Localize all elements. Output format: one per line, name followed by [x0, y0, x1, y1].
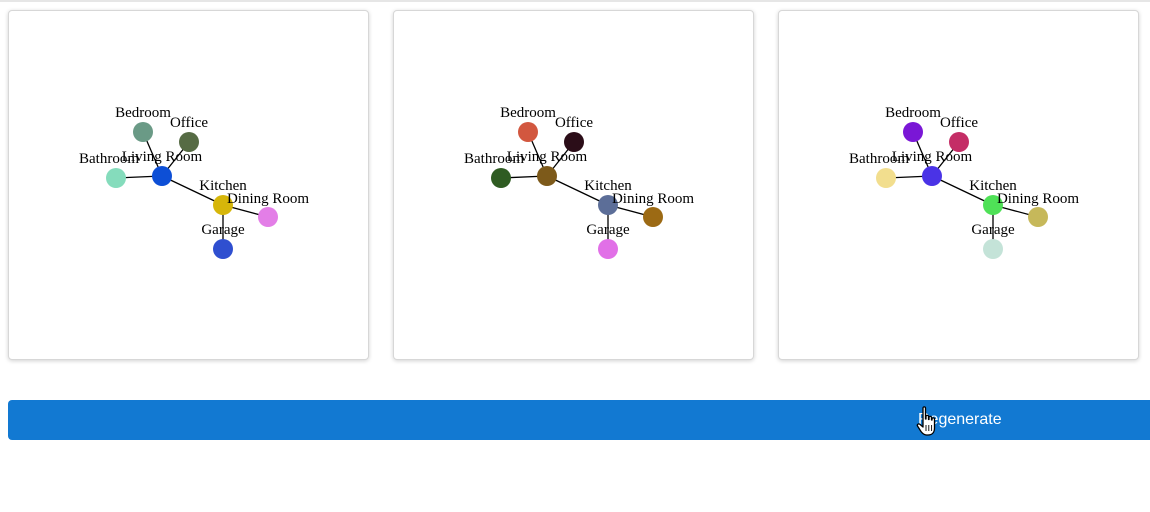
node-bathroom	[876, 168, 896, 188]
label-dining-room: Dining Room	[612, 191, 694, 207]
node-living-room	[152, 166, 172, 186]
node-living-room	[537, 166, 557, 186]
node-bathroom	[491, 168, 511, 188]
node-bedroom	[518, 122, 538, 142]
label-office: Office	[555, 115, 593, 131]
label-dining-room: Dining Room	[997, 191, 1079, 207]
node-living-room	[922, 166, 942, 186]
regenerate-button-label: Regenerate	[918, 411, 1002, 428]
label-garage: Garage	[586, 222, 630, 238]
label-office: Office	[940, 115, 978, 131]
node-garage	[983, 239, 1003, 259]
node-dining-room	[1028, 207, 1048, 227]
label-garage: Garage	[971, 222, 1015, 238]
diagram-card-1: Bedroom Office Bathroom Living Room Kitchen D…	[8, 10, 369, 360]
label-bedroom: Bedroom	[885, 105, 941, 121]
room-graph: BedroomOfficeBathroomLiving RoomKitchenD…	[79, 105, 309, 259]
node-dining-room	[258, 207, 278, 227]
node-bedroom	[133, 122, 153, 142]
label-bedroom: Bedroom	[500, 105, 556, 121]
room-graph: BedroomOfficeBathroomLiving RoomKitchenD…	[464, 105, 694, 259]
label-bedroom: Bedroom	[115, 105, 171, 121]
diagram-card-3: Bedroom Office Bathroom Living Room Kitchen D…	[778, 10, 1139, 360]
label-garage: Garage	[201, 222, 245, 238]
node-bathroom	[106, 168, 126, 188]
label-office: Office	[170, 115, 208, 131]
regenerate-button[interactable]: Regenerate	[8, 400, 1150, 440]
node-dining-room	[643, 207, 663, 227]
diagram-panel-row: Bedroom Office Bathroom Living Room Kitchen D…	[8, 10, 1150, 360]
node-garage	[598, 239, 618, 259]
top-divider	[0, 0, 1150, 2]
node-garage	[213, 239, 233, 259]
label-dining-room: Dining Room	[227, 191, 309, 207]
diagram-card-2: Bedroom Office Bathroom Living Room Kitchen D…	[393, 10, 754, 360]
room-graph: BedroomOfficeBathroomLiving RoomKitchenD…	[849, 105, 1079, 259]
label-living-room: Living Room	[892, 149, 973, 165]
label-living-room: Living Room	[507, 149, 588, 165]
label-living-room: Living Room	[122, 149, 203, 165]
node-bedroom	[903, 122, 923, 142]
